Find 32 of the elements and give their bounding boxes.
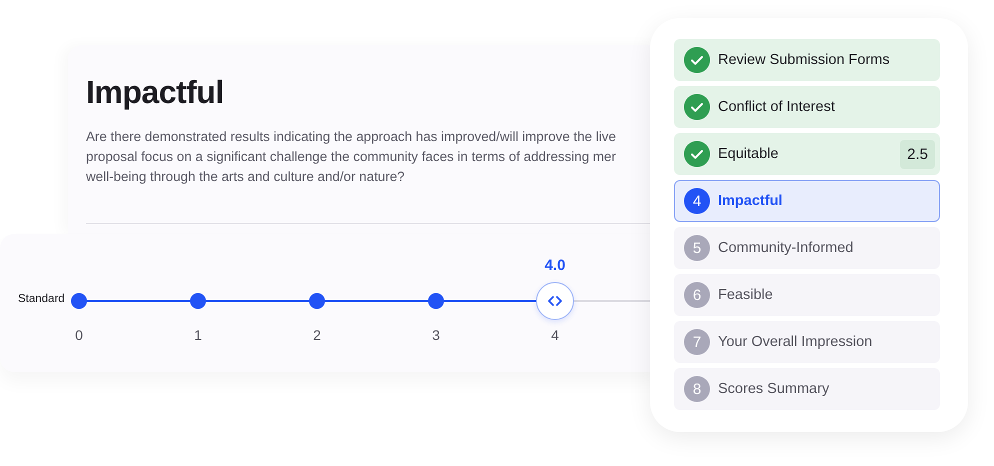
step-number: 6 bbox=[684, 282, 710, 308]
tick-label: 3 bbox=[432, 327, 440, 343]
chevrons-icon bbox=[548, 296, 562, 306]
step-dot bbox=[190, 293, 206, 309]
step-number: 5 bbox=[684, 235, 710, 261]
step-item[interactable]: 7 Your Overall Impression bbox=[674, 321, 940, 363]
check-icon bbox=[684, 47, 710, 73]
step-number: 4 bbox=[684, 188, 710, 214]
step-dot bbox=[428, 293, 444, 309]
rating-value: 4.0 bbox=[544, 257, 566, 274]
step-number: 8 bbox=[684, 376, 710, 402]
tick-label: 4 bbox=[551, 327, 559, 343]
step-item[interactable]: 8 Scores Summary bbox=[674, 368, 940, 410]
criterion-description: Are there demonstrated results indicating the approach has improved/will improve the live proposal focus on a significant challenge the community faces in terms of addressing mer well-being through the arts and culture and/or nature? bbox=[86, 128, 616, 186]
step-item[interactable]: Review Submission Forms bbox=[674, 39, 940, 81]
step-item[interactable]: Equitable 2.5 bbox=[674, 133, 940, 175]
score-badge: 2.5 bbox=[900, 140, 935, 168]
step-dot bbox=[309, 293, 325, 309]
step-item[interactable]: 6 Feasible bbox=[674, 274, 940, 316]
step-item[interactable]: Conflict of Interest bbox=[674, 86, 940, 128]
step-dot bbox=[71, 293, 87, 309]
tick-label: 1 bbox=[194, 327, 202, 343]
check-icon bbox=[684, 94, 710, 120]
tick-label: 2 bbox=[313, 327, 321, 343]
check-icon bbox=[684, 141, 710, 167]
step-item[interactable]: 5 Community-Informed bbox=[674, 227, 940, 269]
step-item[interactable]: 4 Impactful bbox=[674, 180, 940, 222]
rating-label: Standard bbox=[18, 293, 66, 305]
criterion-title: Impactful bbox=[86, 73, 224, 111]
tick-label: 0 bbox=[75, 327, 83, 343]
slider-thumb[interactable] bbox=[536, 282, 574, 320]
step-number: 7 bbox=[684, 329, 710, 355]
